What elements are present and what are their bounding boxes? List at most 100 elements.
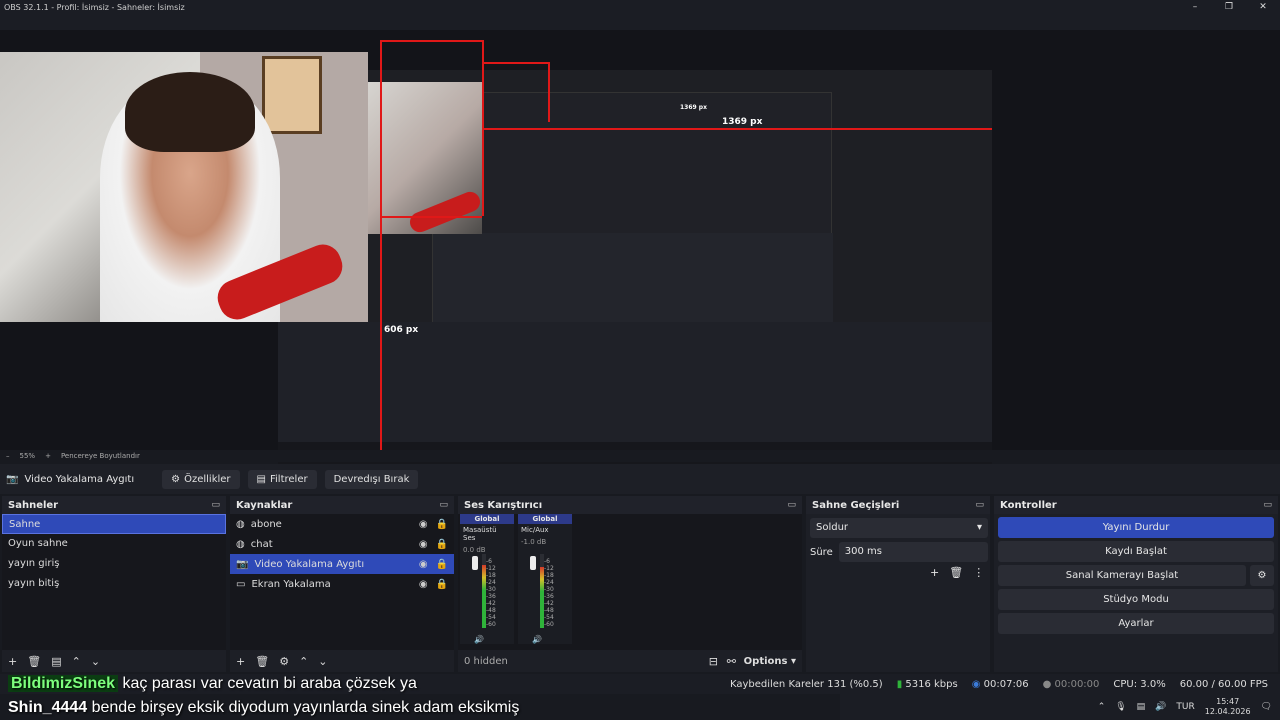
eye-icon[interactable]: ◉ — [419, 519, 428, 530]
channel-name[interactable]: Mic/Aux — [518, 524, 572, 536]
lock-icon[interactable]: 🔒 — [436, 559, 448, 570]
eye-icon[interactable]: ◉ — [419, 579, 428, 590]
filters-button[interactable]: ▤ Filtreler — [247, 469, 317, 489]
chat-username: BildimizSinek — [8, 675, 119, 692]
properties-button[interactable]: ⚙ Özellikler — [162, 469, 240, 489]
stream-indicator: ◉ 00:07:06 — [972, 679, 1029, 690]
zoom-out-button[interactable]: – — [6, 452, 10, 460]
link-icon[interactable]: ⚯ — [727, 655, 736, 668]
add-icon[interactable]: + — [8, 655, 17, 668]
zoom-in-button[interactable]: + — [45, 452, 51, 460]
options-button[interactable]: Options ▾ — [744, 656, 796, 667]
zoom-bar: – 55% + Pencereye Boyutlandır — [0, 450, 1280, 462]
trash-icon[interactable]: 🗑 — [949, 566, 963, 579]
tick: -42 — [544, 600, 554, 607]
controls-header: Kontroller ▭ — [994, 496, 1278, 514]
eye-icon[interactable]: ◉ — [419, 559, 428, 570]
volume-slider[interactable] — [530, 556, 536, 570]
tick: -12 — [486, 565, 496, 572]
controls-dock: Kontroller ▭ Yayını Durdur Kaydı Başlat … — [994, 496, 1278, 672]
mic-icon[interactable]: 🎙 — [1115, 702, 1126, 712]
dock-menu-icon[interactable]: ▭ — [787, 500, 796, 510]
dock-menu-icon[interactable]: ▭ — [211, 500, 220, 510]
filters-label: Filtreler — [270, 473, 308, 485]
eye-icon[interactable]: ◉ — [419, 539, 428, 550]
more-icon[interactable]: ⋮ — [973, 566, 984, 579]
offset-label: 606 px — [384, 325, 419, 335]
channel-name[interactable]: Masaüstü Ses — [460, 524, 514, 544]
chevron-up-icon[interactable]: ⌃ — [1098, 702, 1106, 712]
source-item[interactable]: ◍ abone ◉ 🔒 — [230, 514, 454, 534]
transitions-header: Sahne Geçişleri ▭ — [806, 496, 990, 514]
scene-item[interactable]: Sahne — [2, 514, 226, 534]
properties-label: Özellikler — [184, 473, 231, 485]
dock-menu-icon[interactable]: ▭ — [1263, 500, 1272, 510]
dock-menu-icon[interactable]: ▭ — [975, 500, 984, 510]
speaker-icon[interactable]: 🔊 — [474, 635, 484, 644]
start-recording-button[interactable]: Kaydı Başlat — [998, 541, 1274, 562]
stop-stream-button[interactable]: Yayını Durdur — [998, 517, 1274, 538]
deactivate-button[interactable]: Devredışı Bırak — [324, 469, 419, 489]
chat-username: Shin_4444 — [8, 699, 88, 716]
guide-line — [380, 40, 482, 42]
chat-overlay: BildimizSinek kaç parası var cevatın bi … — [0, 672, 860, 720]
source-item[interactable]: ◍ chat ◉ 🔒 — [230, 534, 454, 554]
taskbar-tray: ⌃ 🎙 ▤ 🔊 TUR 15:47 12.04.2026 🗨 — [840, 694, 1280, 720]
layout-icon[interactable]: ⊟ — [709, 655, 718, 668]
maximize-button[interactable]: ❐ — [1212, 0, 1246, 14]
gear-icon[interactable]: ⚙ — [279, 655, 289, 668]
volume-slider[interactable] — [472, 556, 478, 570]
guide-line — [380, 40, 382, 450]
lock-icon[interactable]: 🔒 — [436, 579, 448, 590]
minimize-button[interactable]: – — [1178, 0, 1212, 14]
trash-icon[interactable]: 🗑 — [27, 655, 41, 668]
notification-icon[interactable]: 🗨 — [1261, 702, 1272, 712]
lock-icon[interactable]: 🔒 — [436, 519, 448, 530]
scenes-footer: + 🗑 ▤ ⌃ ⌄ — [2, 650, 226, 672]
speaker-icon[interactable]: 🔊 — [532, 635, 542, 644]
scenes-list[interactable]: Sahne Oyun sahne yayın giriş yayın bitiş — [2, 514, 226, 650]
network-icon[interactable]: ▤ — [1137, 702, 1146, 712]
scene-item[interactable]: yayın giriş — [2, 554, 226, 574]
source-name: abone — [250, 518, 282, 530]
move-down-icon[interactable]: ⌄ — [91, 655, 100, 668]
hidden-count[interactable]: 0 hidden — [464, 656, 508, 667]
window-title: OBS 32.1.1 - Profil: İsimsiz - Sahneler:… — [4, 2, 185, 12]
duration-input[interactable]: 300 ms — [838, 542, 988, 562]
scene-item[interactable]: yayın bitiş — [2, 574, 226, 594]
move-up-icon[interactable]: ⌃ — [299, 655, 308, 668]
trash-icon[interactable]: 🗑 — [255, 655, 269, 668]
webcam-source[interactable] — [0, 52, 368, 322]
sources-footer: + 🗑 ⚙ ⌃ ⌄ — [230, 650, 454, 672]
current-source-name: Video Yakalama Aygıtı — [24, 473, 135, 485]
dock-menu-icon[interactable]: ▭ — [439, 500, 448, 510]
lock-icon[interactable]: 🔒 — [436, 539, 448, 550]
language-indicator[interactable]: TUR — [1176, 702, 1194, 712]
add-icon[interactable]: + — [236, 655, 245, 668]
transitions-title: Sahne Geçişleri — [812, 499, 900, 511]
close-button[interactable]: ✕ — [1246, 0, 1280, 14]
virtual-cam-settings-button[interactable]: ⚙ — [1250, 565, 1274, 586]
start-virtual-cam-button[interactable]: Sanal Kamerayı Başlat — [998, 565, 1246, 586]
duration-label: Süre — [810, 546, 833, 558]
studio-mode-button[interactable]: Stüdyo Modu — [998, 589, 1274, 610]
filter-icon[interactable]: ▤ — [51, 655, 61, 668]
settings-button[interactable]: Ayarlar — [998, 613, 1274, 634]
transition-select[interactable]: Soldur ▾ — [810, 518, 988, 538]
options-label: Options — [743, 655, 788, 667]
scene-item[interactable]: Oyun sahne — [2, 534, 226, 554]
clock[interactable]: 15:47 12.04.2026 — [1205, 697, 1251, 717]
move-up-icon[interactable]: ⌃ — [72, 655, 81, 668]
source-item[interactable]: ▭ Ekran Yakalama ◉ 🔒 — [230, 574, 454, 594]
current-source: 📷 Video Yakalama Aygıtı — [6, 474, 134, 485]
move-down-icon[interactable]: ⌄ — [318, 655, 327, 668]
preview-area[interactable]: 1369 px 606 px 1369 px — [0, 30, 1280, 474]
clock-date: 12.04.2026 — [1204, 707, 1251, 716]
sources-list[interactable]: ◍ abone ◉ 🔒 ◍ chat ◉ 🔒 📷 Video Yakalama Ay… — [230, 514, 454, 650]
speaker-icon[interactable]: 🔊 — [1155, 702, 1166, 712]
add-icon[interactable]: + — [930, 566, 939, 579]
source-item[interactable]: 📷 Video Yakalama Aygıtı ◉ 🔒 — [230, 554, 454, 574]
source-name: chat — [250, 538, 273, 550]
zoom-mode[interactable]: Pencereye Boyutlandır — [61, 452, 140, 460]
tick: -30 — [544, 586, 554, 593]
